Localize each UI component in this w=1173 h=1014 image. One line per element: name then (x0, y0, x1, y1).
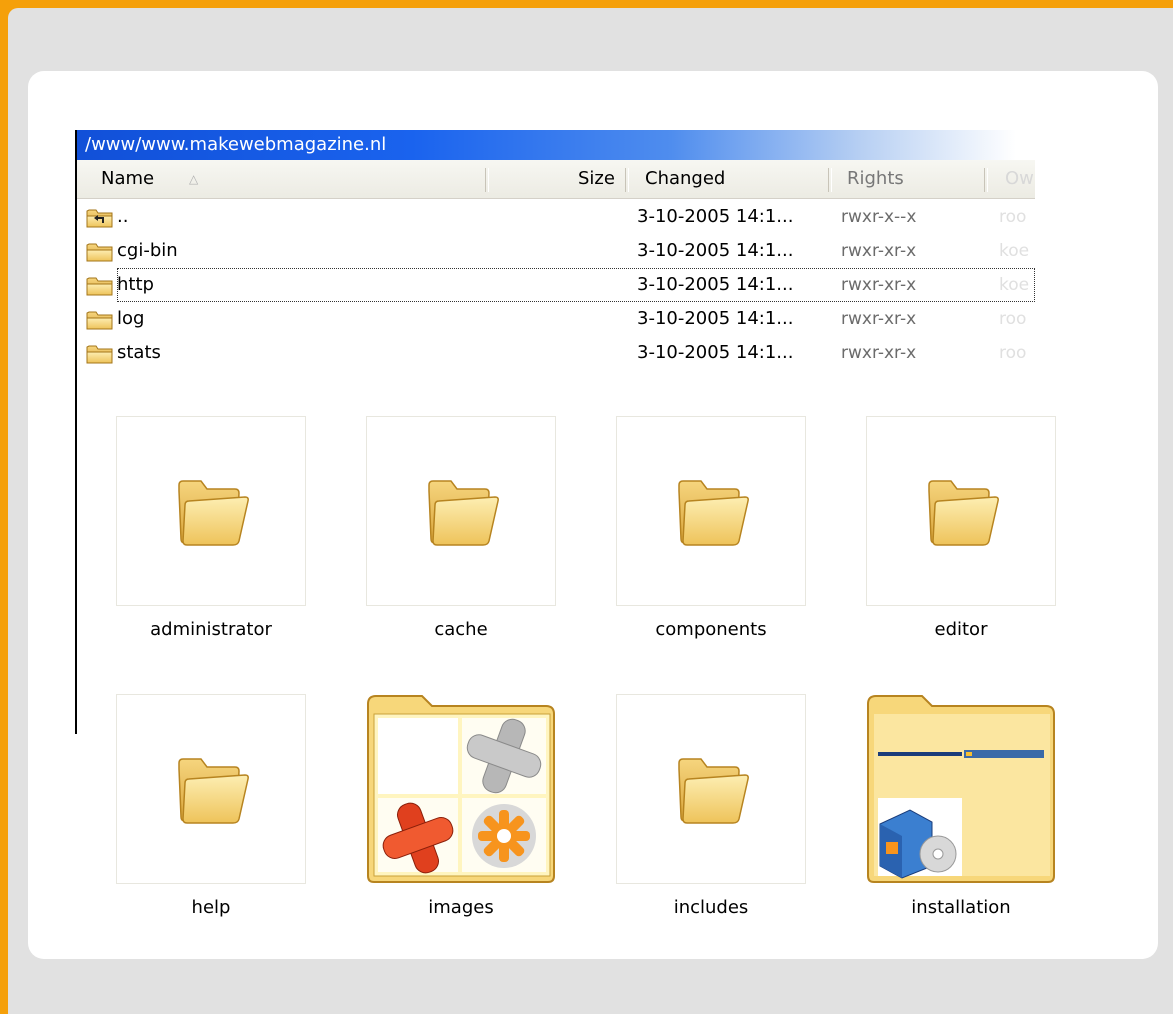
file-owner: koe (999, 241, 1030, 261)
file-rights: rwxr-xr-x (841, 343, 917, 363)
column-header-size[interactable]: Size (578, 160, 615, 198)
folder-tile[interactable]: installation (866, 694, 1056, 920)
file-owner: roo (999, 309, 1027, 329)
folder-label: installation (911, 897, 1011, 918)
path-titlebar: /www/www.makewebmagazine.nl (77, 130, 1035, 160)
file-changed: 3-10-2005 14:1... (637, 240, 794, 261)
folder-icon (86, 277, 113, 296)
folder-thumbnail (866, 694, 1056, 884)
column-divider[interactable] (485, 168, 489, 192)
file-changed: 3-10-2005 14:1... (637, 206, 794, 227)
file-name: cgi-bin (117, 240, 178, 261)
file-rights: rwxr-x--x (841, 207, 917, 227)
file-rights: rwxr-xr-x (841, 309, 917, 329)
column-divider[interactable] (984, 168, 988, 192)
folder-thumbnail (116, 694, 306, 884)
folder-icon (86, 311, 113, 330)
folder-icon (178, 480, 249, 546)
file-changed: 3-10-2005 14:1... (637, 308, 794, 329)
folder-label: help (191, 897, 231, 918)
folder-icon (86, 243, 113, 262)
column-header-name[interactable]: Name (101, 160, 154, 198)
file-row-focused[interactable]: http 3-10-2005 14:1... rwxr-xr-x koe (86, 268, 1035, 302)
folder-thumbnail (366, 694, 556, 884)
folder-icon (928, 480, 999, 546)
folder-label: editor (934, 619, 988, 640)
file-row[interactable]: cgi-bin 3-10-2005 14:1... rwxr-xr-x koe (77, 234, 1035, 268)
folder-tile[interactable]: editor (866, 416, 1056, 642)
folder-label: cache (434, 619, 488, 640)
column-header: Name △ Size Changed Rights Ow (77, 160, 1035, 199)
folder-tile[interactable]: components (616, 416, 806, 642)
file-name: stats (117, 342, 161, 363)
folder-tile[interactable]: administrator (116, 416, 306, 642)
image-folder-icon (367, 695, 555, 883)
file-row[interactable]: .. 3-10-2005 14:1... rwxr-x--x roo (77, 200, 1035, 234)
column-divider[interactable] (625, 168, 629, 192)
file-changed: 3-10-2005 14:1... (637, 342, 794, 363)
folder-thumbnail (866, 416, 1056, 606)
file-owner: roo (999, 343, 1027, 363)
column-header-rights[interactable]: Rights (847, 160, 904, 198)
file-row[interactable]: log 3-10-2005 14:1... rwxr-xr-x roo (77, 302, 1035, 336)
folder-thumbnail (616, 694, 806, 884)
folder-thumbnail (366, 416, 556, 606)
folder-label: images (428, 897, 494, 918)
folder-tile[interactable]: cache (366, 416, 556, 642)
folder-icon (86, 345, 113, 364)
folder-tile[interactable]: help (116, 694, 306, 920)
file-owner: roo (999, 207, 1027, 227)
file-owner: koe (999, 275, 1030, 295)
folder-label: components (655, 619, 767, 640)
file-row[interactable]: stats 3-10-2005 14:1... rwxr-xr-x roo (77, 336, 1035, 370)
sort-ascending-icon: △ (189, 172, 199, 186)
folder-label: includes (673, 897, 749, 918)
folder-icon (678, 758, 749, 824)
folder-thumbnail (616, 416, 806, 606)
folder-tile[interactable]: images (366, 694, 556, 920)
file-name: http (117, 274, 154, 295)
column-header-owner[interactable]: Ow (1005, 160, 1034, 198)
file-rights: rwxr-xr-x (841, 241, 917, 261)
folder-thumbnail (116, 416, 306, 606)
folder-label: administrator (150, 619, 272, 640)
install-folder-icon (867, 695, 1055, 883)
file-rights: rwxr-xr-x (841, 275, 917, 295)
folder-icon (178, 758, 249, 824)
column-divider[interactable] (828, 168, 832, 192)
parent-folder-icon (86, 209, 113, 228)
folder-tile[interactable]: includes (616, 694, 806, 920)
file-name: log (117, 308, 145, 329)
file-changed: 3-10-2005 14:1... (637, 274, 794, 295)
folder-icon (678, 480, 749, 546)
folder-icon (428, 480, 499, 546)
file-name: .. (117, 206, 129, 227)
column-header-changed[interactable]: Changed (645, 160, 725, 198)
